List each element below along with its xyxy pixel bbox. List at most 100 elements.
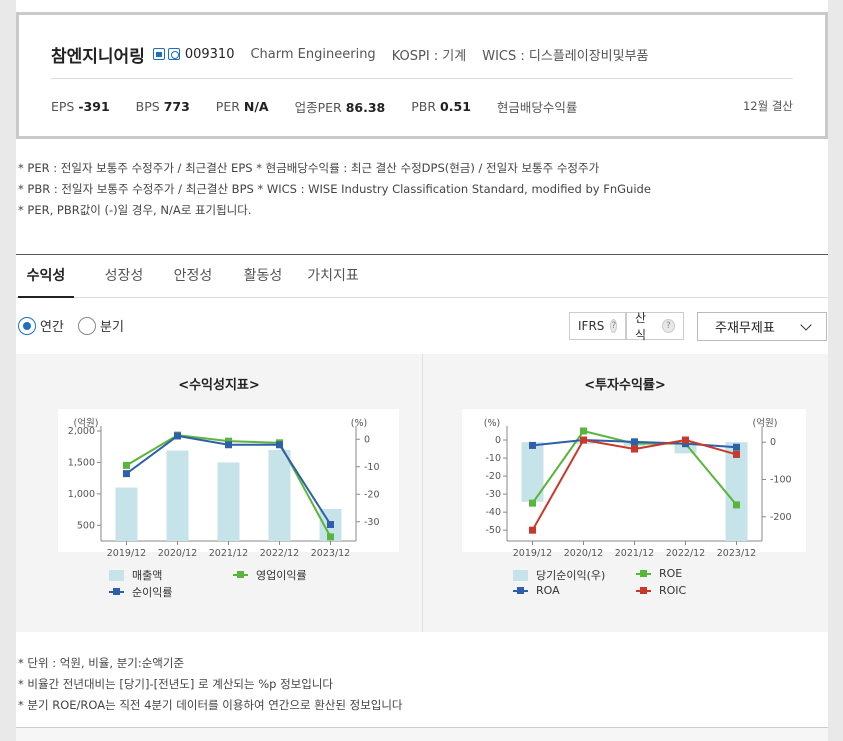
x-tick-label: 2021/12 xyxy=(209,548,248,559)
right-tick-label: 0 xyxy=(770,437,776,448)
series-point xyxy=(225,441,232,449)
radio-annual-dot xyxy=(18,316,36,335)
tab-profitability[interactable]: 수익성 xyxy=(18,255,74,298)
series-point xyxy=(631,438,638,446)
metric-dividend-yield: 현금배당수익률 xyxy=(496,99,578,115)
title-row: 참엔지니어링 009310 Charm Engineering KOSPI : … xyxy=(51,39,793,69)
tab-stability[interactable]: 안정성 xyxy=(165,255,221,298)
series-point xyxy=(580,436,587,444)
legend-label: 순이익률 xyxy=(132,586,173,599)
legend-swatch xyxy=(636,586,651,594)
series-point xyxy=(733,450,740,458)
statement-select-value: 주재무제표 xyxy=(715,321,775,336)
x-tick-label: 2020/12 xyxy=(564,548,603,559)
right-tick-label: 0 xyxy=(364,434,370,445)
metric-per: PER N/A xyxy=(215,98,269,114)
tab-activity[interactable]: 활동성 xyxy=(235,255,291,298)
footer-note-line: * 분기 ROE/ROA는 직전 4분기 데이터를 이용하여 연간으로 환산된 … xyxy=(18,698,403,712)
x-tick-label: 2023/12 xyxy=(311,548,350,559)
metric-industry-per: 업종PER 86.38 xyxy=(294,99,386,115)
metric-eps: EPS -391 xyxy=(51,98,110,114)
legend-label: ROE xyxy=(659,567,683,580)
series-point xyxy=(174,432,181,440)
series-point xyxy=(580,427,587,435)
series-point xyxy=(733,501,740,509)
legend-item: ROIC xyxy=(636,584,686,597)
left-tick-label: 1,500 xyxy=(68,457,95,468)
english-name: Charm Engineering xyxy=(250,46,376,62)
metrics-row: EPS -391 BPS 773 PER N/A 업종PER 86.38 PBR… xyxy=(51,95,793,117)
help-icon: ? xyxy=(610,319,618,333)
left-tick-label: -20 xyxy=(485,471,501,482)
formula-label: 산식 xyxy=(635,311,647,342)
right-tick-label: -100 xyxy=(770,474,792,485)
metric-pbr: PBR 0.51 xyxy=(411,98,471,114)
ifrs-label: IFRS xyxy=(578,319,605,333)
legend-swatch xyxy=(109,569,124,581)
x-tick-label: 2022/12 xyxy=(666,548,705,559)
ir-icon[interactable] xyxy=(167,48,180,60)
legend-item: 영업이익률 xyxy=(233,567,307,583)
page: 참엔지니어링 009310 Charm Engineering KOSPI : … xyxy=(16,0,828,741)
x-tick-label: 2022/12 xyxy=(260,548,299,559)
company-name: 참엔지니어링 xyxy=(51,46,145,67)
left-axis-label: (%) xyxy=(484,418,500,429)
series-point xyxy=(529,526,536,534)
legend-swatch xyxy=(636,569,651,577)
radio-quarter[interactable]: 분기 xyxy=(78,316,124,335)
home-icon[interactable] xyxy=(152,48,165,60)
right-tick-label: -10 xyxy=(364,462,380,473)
right-axis-label: (%) xyxy=(351,418,367,429)
plot-background xyxy=(462,409,806,552)
market-info: KOSPI : 기계 xyxy=(391,48,467,64)
legend-item: 순이익률 xyxy=(109,584,172,600)
series-point xyxy=(682,436,689,444)
bar xyxy=(166,450,189,541)
right-axis-label: (억원) xyxy=(753,417,778,429)
bar xyxy=(115,487,138,541)
note-line: * PBR : 전일자 보통주 수정주가 / 최근결산 BPS * WICS :… xyxy=(18,182,651,196)
x-tick-label: 2019/12 xyxy=(107,548,146,559)
left-tick-label: 2,000 xyxy=(68,426,95,437)
x-tick-label: 2021/12 xyxy=(615,548,654,559)
right-tick-label: -30 xyxy=(364,517,380,528)
left-tick-label: 0 xyxy=(495,435,501,446)
stock-code: 009310 xyxy=(184,46,235,62)
footer-note-line: * 단위 : 억원, 비율, 분기:순액기준 xyxy=(18,656,185,670)
help-icon: ? xyxy=(661,319,675,333)
legend-item: ROE xyxy=(636,567,682,580)
legend-item: 매출액 xyxy=(109,567,162,583)
left-tick-label: -40 xyxy=(485,507,501,518)
legend-item: 당기순이익(우) xyxy=(513,567,605,583)
right-tick-label: -20 xyxy=(364,489,380,500)
note-line: * PER, PBR값이 (-)일 경우, N/A로 표기됩니다. xyxy=(18,203,252,217)
series-point xyxy=(631,445,638,453)
legend-swatch xyxy=(233,571,248,578)
series-point xyxy=(123,470,130,478)
footer-note-line: * 비율간 전년대비는 [당기]-[전년도] 로 계산되는 %p 정보입니다 xyxy=(18,677,333,691)
left-tick-label: -50 xyxy=(485,525,501,536)
radio-quarter-dot xyxy=(78,316,96,335)
legend-label: 영업이익률 xyxy=(256,569,307,582)
series-point xyxy=(123,461,130,469)
series-point xyxy=(276,441,283,449)
right-tick-label: -200 xyxy=(770,512,792,523)
chevron-down-icon xyxy=(800,319,812,331)
left-tick-label: -10 xyxy=(485,453,501,464)
tab-growth[interactable]: 성장성 xyxy=(96,255,152,298)
ifrs-button[interactable]: IFRS? xyxy=(569,312,626,340)
radio-annual[interactable]: 연간 xyxy=(18,316,64,335)
formula-button[interactable]: 산식? xyxy=(626,311,684,342)
note-line: * PER : 전일자 보통주 수정주가 / 최근결산 EPS * 현금배당수익… xyxy=(18,161,600,175)
tab-valuation[interactable]: 가치지표 xyxy=(302,255,364,298)
divider xyxy=(51,78,793,79)
chart-area: <수익성지표> <투자수익률> (억원) (%) 2,000 1,500 1,000 50… xyxy=(16,354,828,632)
x-tick-label: 2019/12 xyxy=(513,548,552,559)
footer-notes: * 단위 : 억원, 비율, 분기:순액기준 * 비율간 전년대비는 [당기]-… xyxy=(18,653,403,716)
legend-item: ROA xyxy=(513,584,560,597)
bar xyxy=(217,462,240,541)
series-point xyxy=(327,533,334,541)
statement-select[interactable]: 주재무제표 xyxy=(697,312,827,341)
company-header: 참엔지니어링 009310 Charm Engineering KOSPI : … xyxy=(16,12,828,139)
series-point xyxy=(529,499,536,507)
